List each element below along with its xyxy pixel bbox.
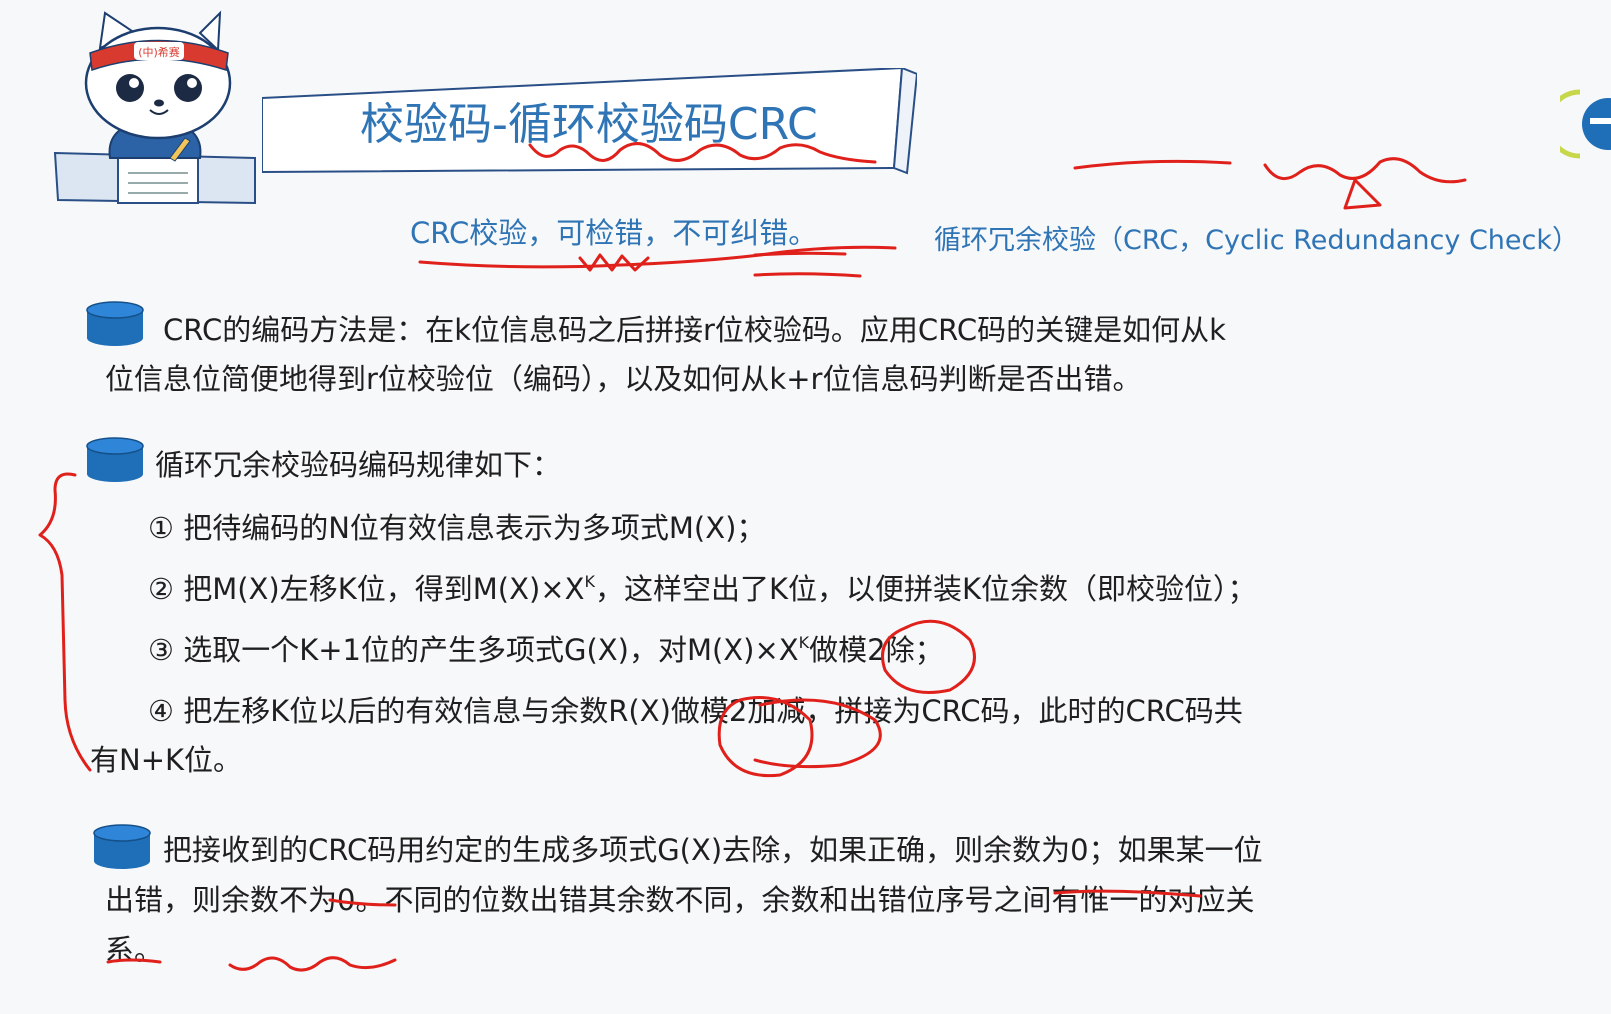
slide-page: (中)希赛 校验码-循环校验码CRC CRC校验，可检错，不可纠错。 循环冗余校… [0, 0, 1611, 1014]
rule-step-4-line-1: ④ 把左移K位以后的有效信息与余数R(X)做模2加减，拼接为CRC码，此时的CR… [148, 694, 1243, 728]
rule-step-2: ② 把M(X)左移K位，得到M(X)×XK，这样空出了K位，以便拼装K位余数（即… [148, 564, 1256, 614]
rule-step-3-pre: ③ 选取一个K+1位的产生多项式G(X)，对M(X)×X [148, 633, 799, 667]
rule-step-2-sup: K [584, 572, 595, 591]
bullet-cylinder-icon [86, 437, 144, 482]
rule-step-2-post: ，这样空出了K位，以便拼装K位余数（即校验位）； [594, 572, 1257, 606]
rule-step-1: ① 把待编码的N位有效信息表示为多项式M(X)； [148, 511, 766, 545]
intro-line-1: CRC的编码方法是：在k位信息码之后拼接r位校验码。应用CRC码的关键是如何从k [163, 313, 1226, 347]
crc-definition: 循环冗余校验（CRC，Cyclic Redundancy Check） [934, 225, 1580, 256]
page-title: 校验码-循环校验码CRC [360, 99, 818, 150]
rule-step-3-sup: K [798, 633, 810, 652]
subtitle-double-line-1 [753, 251, 847, 257]
subtitle-zigzag [578, 253, 650, 272]
subtitle-double-line-2 [753, 272, 862, 278]
rules-heading: 循环冗余校验码编码规律如下： [155, 448, 562, 482]
rule-step-4-line-2: 有N+K位。 [90, 743, 243, 777]
edge-widget-icon[interactable] [1560, 84, 1611, 164]
side-triangle [1343, 178, 1382, 210]
check-line-1: 把接收到的CRC码用约定的生成多项式G(X)去除，如果正确，则余数为0；如果某一… [163, 833, 1263, 867]
bullet-cylinder-icon [93, 824, 151, 869]
bullet-cylinder-icon [86, 301, 144, 346]
side-wave [1263, 157, 1467, 184]
left-brace [38, 472, 92, 772]
rule-step-3-post: 做模2除； [809, 633, 944, 667]
mascot-badge-text: (中)希赛 [138, 45, 180, 59]
check-line-3: 系。 [105, 933, 164, 967]
crc-summary: CRC校验，可检错，不可纠错。 [410, 216, 818, 250]
intro-line-2: 位信息位简便地得到r位校验位（编码），以及如何从k+r位信息码判断是否出错。 [105, 362, 1142, 396]
check-wave [228, 956, 397, 972]
side-line [1073, 159, 1232, 170]
rule-step-3: ③ 选取一个K+1位的产生多项式G(X)，对M(X)×XK做模2除； [148, 625, 944, 675]
rule-step-2-pre: ② 把M(X)左移K位，得到M(X)×X [148, 572, 585, 606]
cat-mascot-icon: (中)希赛 [53, 10, 256, 205]
check-line-2: 出错，则余数不为0。不同的位数出错其余数不同，余数和出错位序号之间有惟一的对应关 [105, 883, 1255, 917]
